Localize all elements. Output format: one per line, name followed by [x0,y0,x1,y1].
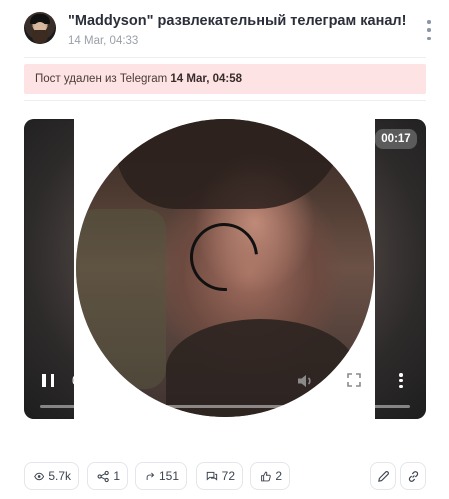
eye-icon [34,472,45,480]
edit-button[interactable] [370,462,396,490]
reactions-stat[interactable]: 2 [250,462,290,490]
video-player[interactable]: 00:17 0:00 [24,119,426,419]
edit-icon [377,470,389,482]
forwards-count: 151 [158,469,179,483]
like-icon [261,471,271,481]
forward-icon [146,472,155,480]
comments-count: 72 [221,469,235,483]
channel-title[interactable]: "Maddyson" развлекательный телеграм кана… [68,13,406,29]
share-icon [97,470,109,482]
video-duration: 00:17 [375,129,417,149]
shares-count: 1 [113,469,120,483]
comment-icon [206,471,218,481]
current-time: 0:00 [72,373,99,388]
more-options-icon[interactable] [399,373,403,388]
forwards-stat[interactable]: 151 [135,462,187,490]
views-stat[interactable]: 5.7k [24,462,79,490]
reactions-count: 2 [275,469,282,483]
post-header: "Maddyson" развлекательный телеграм кана… [24,12,434,52]
views-count: 5.7k [48,469,71,483]
divider [24,100,426,101]
post-date: 14 Mar, 04:33 [68,35,139,47]
shares-stat[interactable]: 1 [87,462,128,490]
deleted-notice-date: 14 Mar, 04:58 [170,73,243,85]
pause-icon[interactable] [42,374,54,387]
link-button[interactable] [400,462,426,490]
video-controls: 0:00 [24,349,426,419]
channel-avatar[interactable] [24,12,56,44]
volume-icon[interactable] [296,372,314,390]
fullscreen-icon[interactable] [347,373,361,387]
deleted-notice: Пост удален из Telegram 14 Mar, 04:58 [24,64,426,94]
divider [24,57,426,58]
more-vertical-icon[interactable] [424,20,434,40]
comments-stat[interactable]: 72 [196,462,243,490]
post-stats: 5.7k 1 151 72 2 [24,462,426,490]
link-icon [408,470,418,482]
video-progress-bar[interactable] [40,405,410,408]
deleted-notice-text: Пост удален из Telegram [35,73,168,85]
